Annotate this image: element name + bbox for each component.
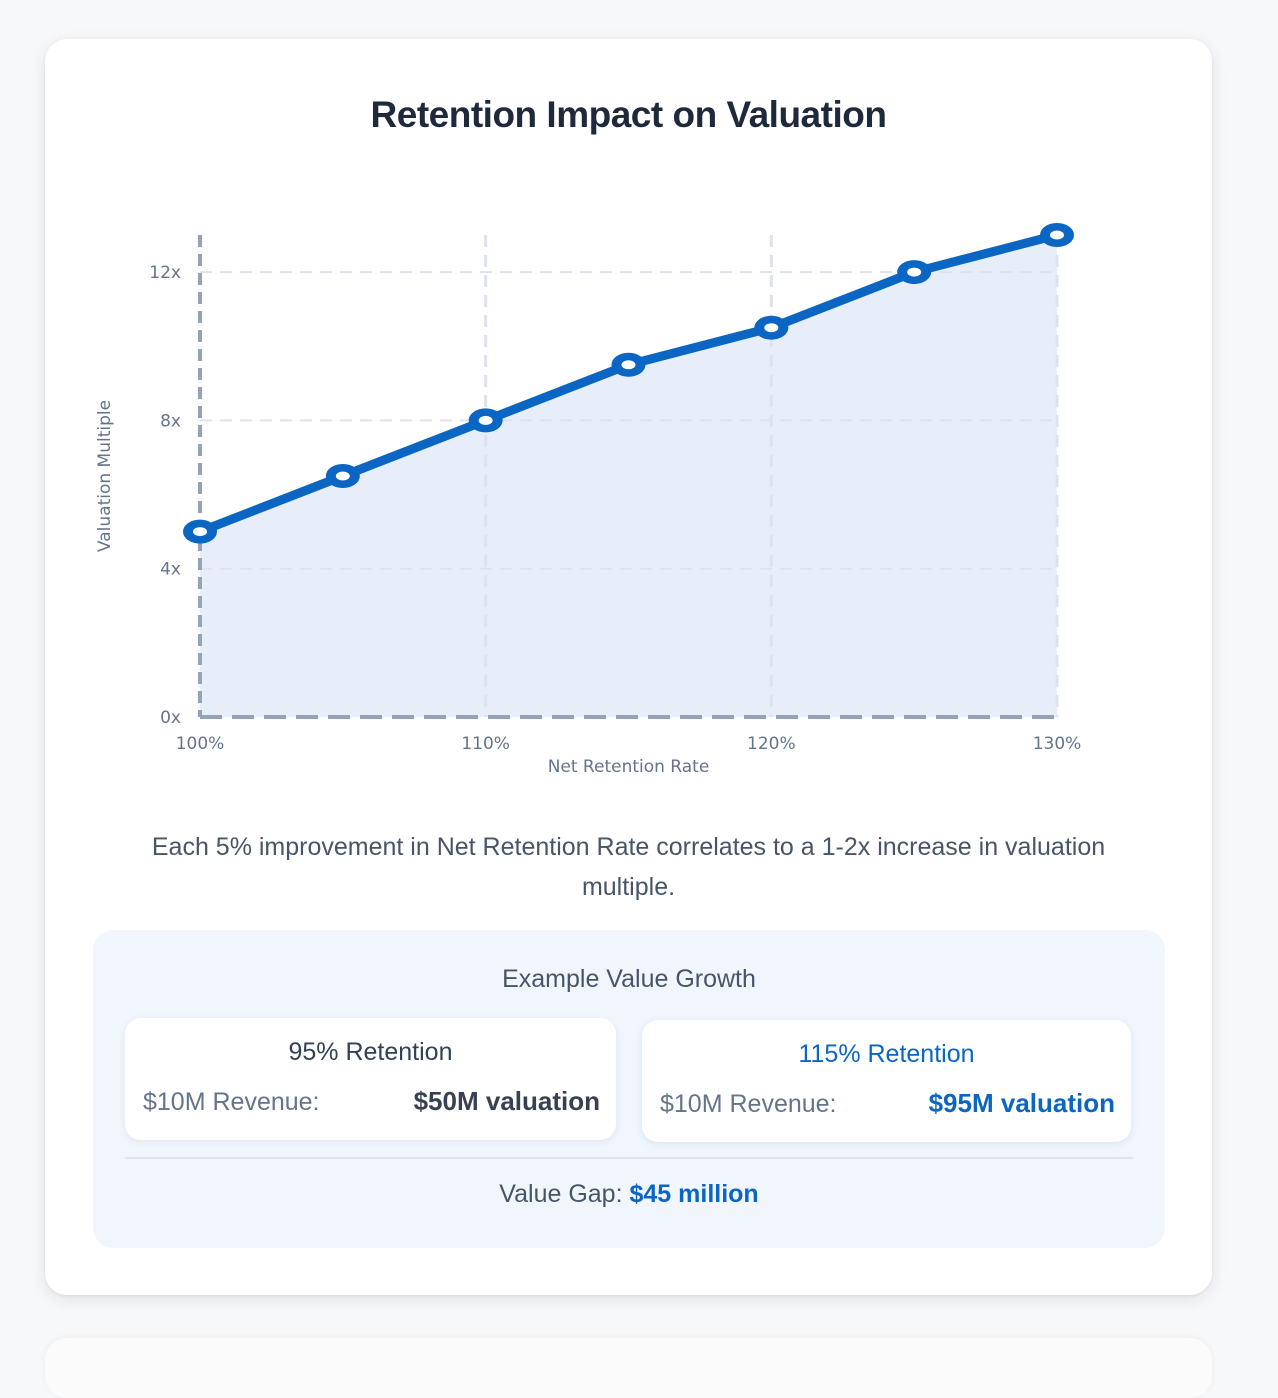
data-point-center [907, 267, 922, 277]
valuation-card: Retention Impact on Valuation 0x 4x 8x 12x 1… [45, 39, 1212, 1295]
y-tick-label: 12x [149, 263, 181, 283]
x-axis-title: Net Retention Rate [548, 757, 710, 777]
next-card [45, 1338, 1212, 1398]
revenue-label: $10M Revenue: [143, 1088, 320, 1116]
data-point-center [193, 527, 207, 537]
value-gap-label: Value Gap: [499, 1180, 623, 1208]
chart-caption: Each 5% improvement in Net Retention Rat… [151, 833, 1106, 901]
y-tick-label: 0x [160, 708, 181, 728]
data-point-center [478, 415, 493, 425]
y-axis-title: Valuation Multiple [95, 400, 115, 552]
divider [125, 1157, 1133, 1159]
example-title: Example Value Growth [502, 965, 756, 993]
scenario-title: 95% Retention [288, 1038, 453, 1066]
value-gap: Value Gap: $45 million [93, 1180, 1165, 1209]
data-point-center [764, 323, 779, 333]
y-tick-label: 4x [160, 560, 181, 580]
example-value-growth-panel: Example Value Growth 95% Retention $10M … [93, 930, 1165, 1248]
x-tick-label: 100% [176, 734, 225, 754]
x-tick-label: 130% [1033, 734, 1082, 754]
data-point-center [1050, 230, 1064, 240]
data-point-center [335, 471, 350, 481]
x-tick-label: 110% [461, 734, 510, 754]
valuation-value: $95M valuation [928, 1088, 1115, 1118]
retention-valuation-chart: 0x 4x 8x 12x 100% 110% 120% 130% Net Retention R… [95, 223, 1082, 777]
y-tick-label: 8x [160, 411, 181, 431]
scenario-title: 115% Retention [798, 1040, 975, 1068]
scenario-card-115: 115% Retention $10M Revenue: $95M valuat… [642, 1020, 1131, 1142]
value-gap-amount: $45 million [629, 1180, 759, 1208]
valuation-value: $50M valuation [413, 1086, 600, 1116]
revenue-label: $10M Revenue: [660, 1090, 837, 1118]
data-point-center [621, 360, 636, 370]
x-tick-label: 120% [747, 734, 796, 754]
scenario-card-95: 95% Retention $10M Revenue: $50M valuati… [125, 1018, 616, 1140]
